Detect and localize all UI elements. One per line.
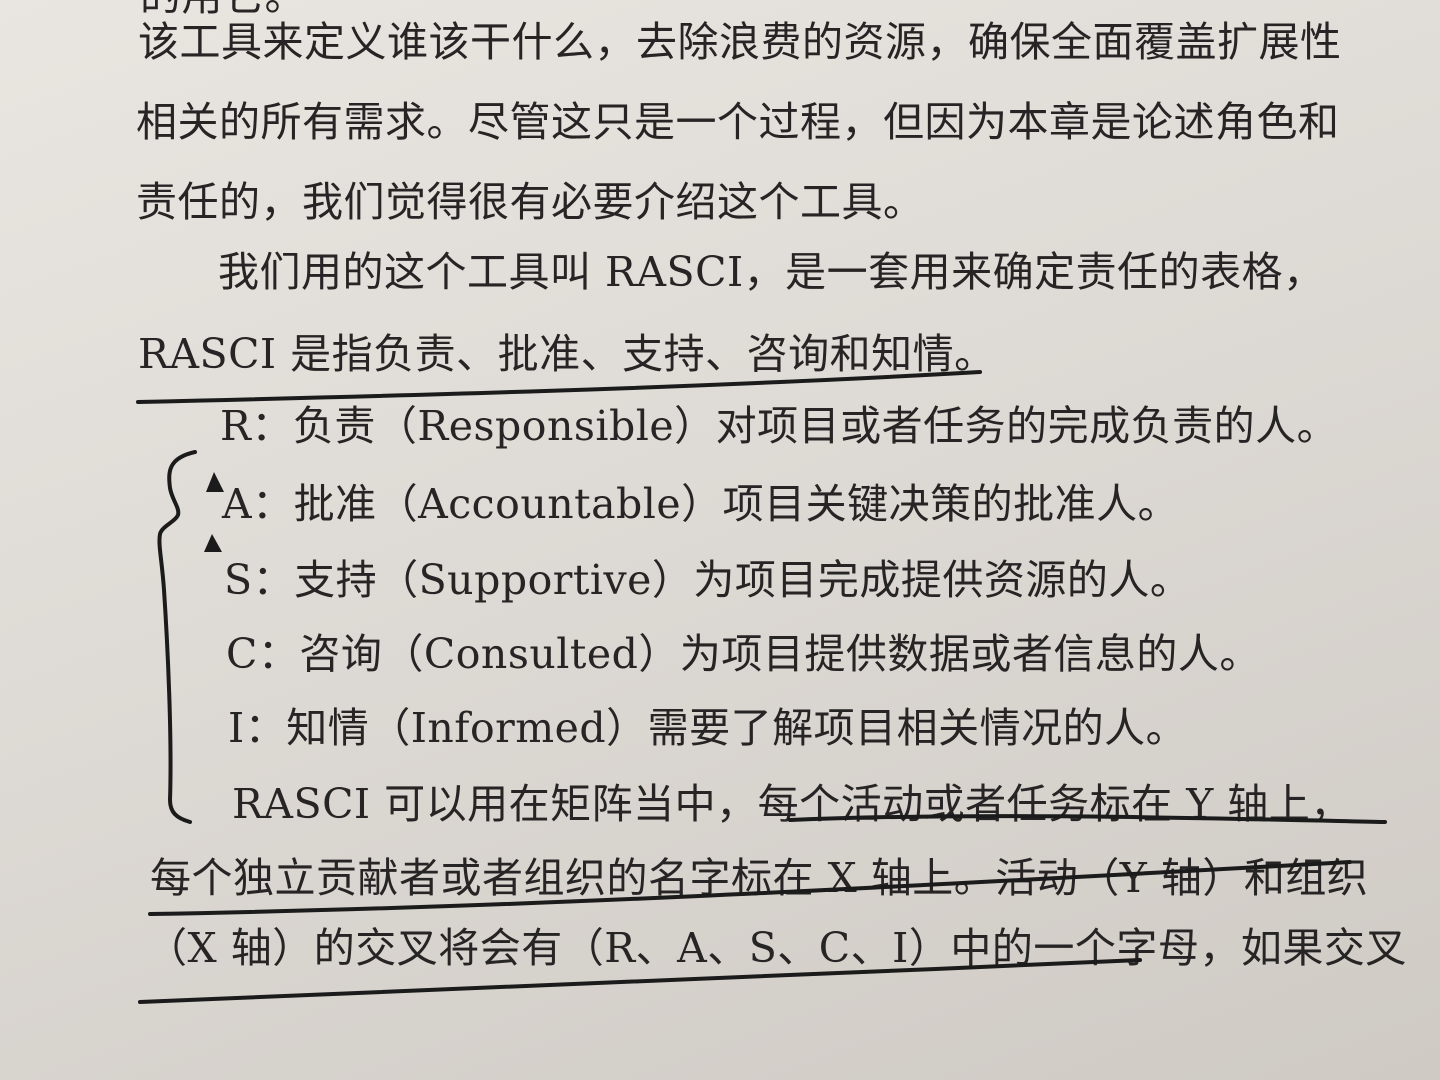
mark-arrow-2	[204, 534, 222, 552]
left-brace	[157, 450, 197, 824]
text-line-4: 责任的，我们觉得很有必要介绍这个工具。	[136, 178, 925, 226]
text-line-3: 相关的所有需求。尽管这只是一个过程，但因为本章是论述角色和	[136, 98, 1340, 146]
definition-i: I：知情（Informed）需要了解项目相关情况的人。	[228, 704, 1188, 752]
definition-r: R：负责（Responsible）对项目或者任务的完成负责的人。	[220, 402, 1339, 450]
text-line-5: 我们用的这个工具叫 RASCI，是一套用来确定责任的表格，	[218, 248, 1325, 296]
text-line-6: RASCI 是指负责、批准、支持、咨询和知情。	[138, 330, 996, 378]
text-line-13: 每个独立贡献者或者组织的名字标在 X 轴上。活动（Y 轴）和组织	[150, 854, 1369, 902]
pen-annotations	[136, 370, 1387, 1004]
definition-a: A：批准（Accountable）项目关键决策的批准人。	[222, 480, 1180, 528]
text-line-12: RASCI 可以用在矩阵当中，每个活动或者任务标在 Y 轴上，	[232, 780, 1352, 828]
definition-c: C：咨询（Consulted）为项目提供数据或者信息的人。	[226, 630, 1261, 678]
text-line-2: 该工具来定义谁该干什么，去除浪费的资源，确保全面覆盖扩展性	[138, 18, 1342, 66]
definition-s: S：支持（Supportive）为项目完成提供资源的人。	[224, 556, 1192, 604]
text-line-14: （X 轴）的交叉将会有（R、A、S、C、I）中的一个字母，如果交叉	[146, 924, 1407, 972]
book-page: 的用它。 该工具来定义谁该干什么，去除浪费的资源，确保全面覆盖扩展性 相关的所有…	[0, 0, 1440, 1080]
